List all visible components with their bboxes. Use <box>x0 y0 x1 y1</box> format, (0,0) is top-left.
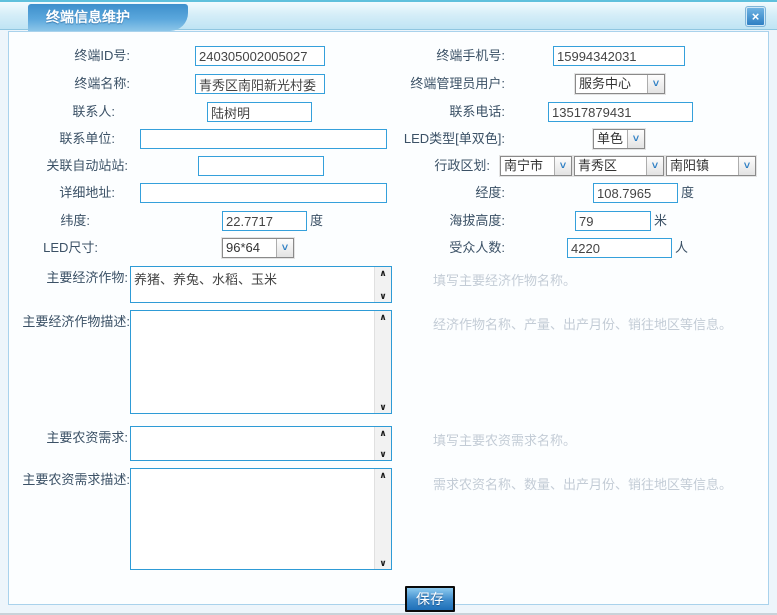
led-type-select[interactable]: 单色 ˅ <box>593 129 645 149</box>
scrollbar[interactable]: ∧ ∨ <box>374 469 391 569</box>
agri-needs-hint: 填写主要农资需求名称。 <box>433 430 576 449</box>
longitude-input[interactable] <box>593 183 678 203</box>
terminal-info-dialog: 终端信息维护 × 终端ID号: 终端手机号: 终端名称: 终端管理员用户: 服务… <box>0 0 777 615</box>
agri-needs-desc-hint: 需求农资名称、数量、出产月份、销往地区等信息。 <box>433 474 732 493</box>
main-crops-textarea-wrap: 养猪、养兔、水稻、玉米 ∧ ∨ <box>130 266 392 303</box>
scroll-down-icon[interactable]: ∨ <box>379 557 386 569</box>
altitude-label: 海拔高度: <box>380 211 505 231</box>
audience-label: 受众人数: <box>380 238 505 258</box>
chevron-down-icon: ˅ <box>647 75 664 93</box>
contact-unit-input[interactable] <box>140 129 387 149</box>
contact-unit-label: 联系单位: <box>20 129 115 149</box>
scroll-up-icon[interactable]: ∧ <box>379 427 386 439</box>
latitude-unit: 度 <box>310 211 323 231</box>
agri-needs-label: 主要农资需求: <box>20 428 128 448</box>
auto-station-label: 关联自动站站: <box>20 156 128 176</box>
led-type-label: LED类型[单双色]: <box>380 129 505 149</box>
scroll-down-icon[interactable]: ∨ <box>379 448 386 460</box>
region-city-select[interactable]: 南宁市 ˅ <box>500 156 572 176</box>
scroll-down-icon[interactable]: ∨ <box>379 290 386 302</box>
main-crops-desc-textarea-wrap: ∧ ∨ <box>130 310 392 414</box>
region-district-select[interactable]: 青秀区 ˅ <box>574 156 664 176</box>
admin-user-label: 终端管理员用户: <box>380 74 505 94</box>
auto-station-input[interactable] <box>198 156 324 176</box>
audience-unit: 人 <box>675 238 688 258</box>
scrollbar[interactable]: ∧ ∨ <box>374 311 391 413</box>
scroll-down-icon[interactable]: ∨ <box>379 401 386 413</box>
altitude-unit: 米 <box>654 211 667 231</box>
main-crops-hint: 填写主要经济作物名称。 <box>433 270 576 289</box>
main-crops-desc-label: 主要经济作物描述: <box>10 312 130 332</box>
dialog-title: 终端信息维护 <box>46 9 130 25</box>
contact-phone-input[interactable] <box>548 102 693 122</box>
chevron-down-icon: ˅ <box>646 157 663 175</box>
longitude-unit: 度 <box>681 183 694 203</box>
audience-input[interactable] <box>567 238 672 258</box>
scrollbar[interactable]: ∧ ∨ <box>374 267 391 302</box>
agri-needs-desc-textarea-wrap: ∧ ∨ <box>130 468 392 570</box>
chevron-down-icon: ˅ <box>276 239 293 257</box>
main-crops-label: 主要经济作物: <box>20 268 128 288</box>
agri-needs-textarea[interactable] <box>131 427 374 460</box>
agri-needs-textarea-wrap: ∧ ∨ <box>130 426 392 461</box>
contact-label: 联系人: <box>20 102 115 122</box>
scroll-up-icon[interactable]: ∧ <box>379 311 386 323</box>
region-label: 行政区划: <box>380 156 490 176</box>
main-crops-desc-textarea[interactable] <box>131 311 374 413</box>
contact-input[interactable] <box>207 102 312 122</box>
close-icon: × <box>752 9 760 24</box>
main-crops-textarea[interactable]: 养猪、养兔、水稻、玉米 <box>131 267 374 302</box>
led-size-select[interactable]: 96*64 ˅ <box>222 238 294 258</box>
close-button[interactable]: × <box>746 7 765 26</box>
terminal-name-label: 终端名称: <box>20 74 130 94</box>
scrollbar[interactable]: ∧ ∨ <box>374 427 391 460</box>
terminal-phone-label: 终端手机号: <box>380 46 505 66</box>
save-button[interactable]: 保存 <box>405 586 455 612</box>
longitude-label: 经度: <box>380 183 505 203</box>
contact-phone-label: 联系电话: <box>380 102 505 122</box>
dialog-titlebar: 终端信息维护 × <box>0 0 777 30</box>
chevron-down-icon: ˅ <box>554 157 571 175</box>
latitude-label: 纬度: <box>20 211 90 231</box>
main-crops-desc-hint: 经济作物名称、产量、出产月份、销往地区等信息。 <box>433 314 732 333</box>
terminal-id-label: 终端ID号: <box>20 46 130 66</box>
admin-user-select[interactable]: 服务中心 ˅ <box>575 74 665 94</box>
address-input[interactable] <box>140 183 387 203</box>
dialog-title-tab: 终端信息维护 <box>28 4 188 31</box>
latitude-input[interactable] <box>222 211 307 231</box>
altitude-input[interactable] <box>575 211 651 231</box>
scroll-up-icon[interactable]: ∧ <box>379 267 386 279</box>
region-town-select[interactable]: 南阳镇 ˅ <box>666 156 756 176</box>
chevron-down-icon: ˅ <box>627 130 644 148</box>
agri-needs-desc-textarea[interactable] <box>131 469 374 569</box>
chevron-down-icon: ˅ <box>738 157 755 175</box>
terminal-id-input[interactable] <box>195 46 325 66</box>
scroll-up-icon[interactable]: ∧ <box>379 469 386 481</box>
address-label: 详细地址: <box>20 183 115 203</box>
terminal-phone-input[interactable] <box>553 46 685 66</box>
terminal-name-input[interactable] <box>195 74 325 94</box>
led-size-label: LED尺寸: <box>20 238 98 258</box>
agri-needs-desc-label: 主要农资需求描述: <box>10 470 130 490</box>
